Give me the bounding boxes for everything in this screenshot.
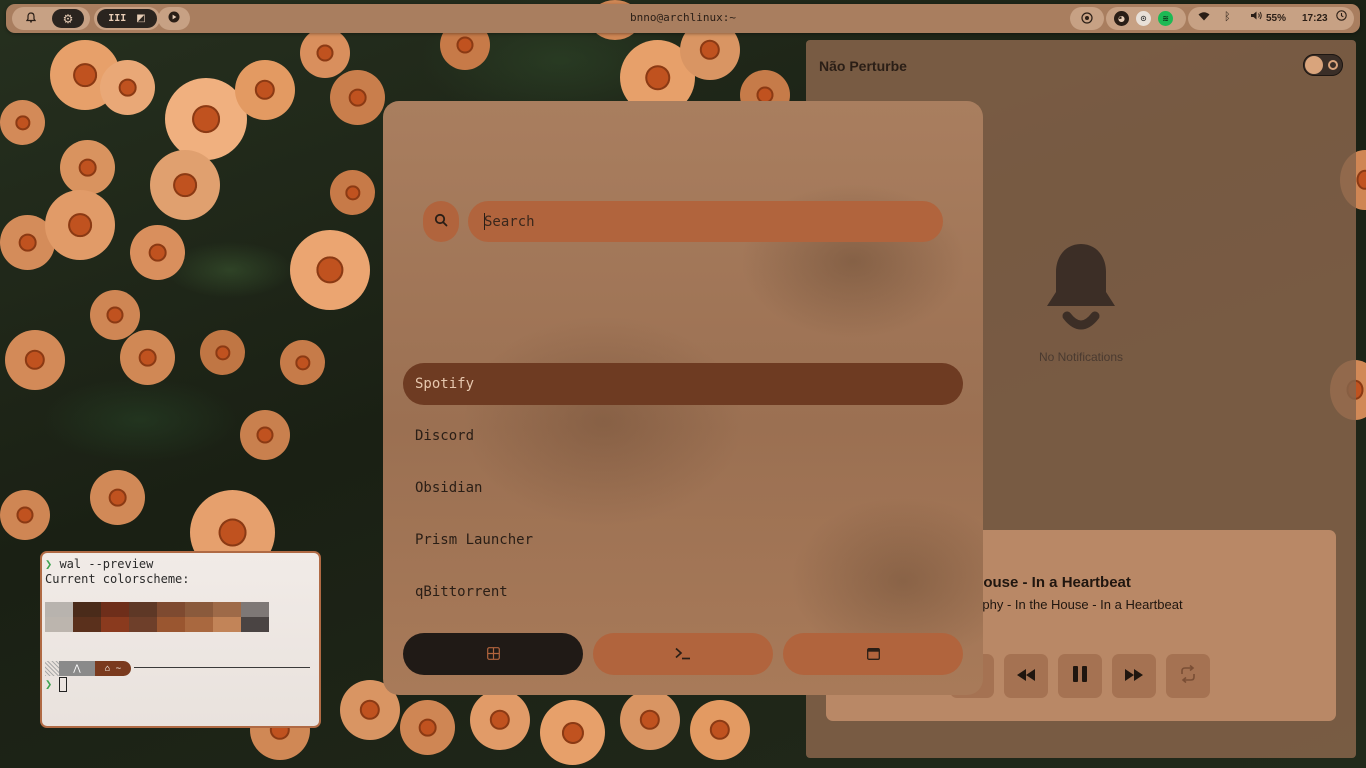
toggle-knob [1305, 56, 1323, 74]
track-artist: Murphy - In the House - In a Heartbeat [960, 597, 1183, 612]
terminal-mode-button[interactable] [593, 633, 773, 675]
app-item-label: qBittorrent [415, 584, 508, 600]
steam-icon[interactable]: ⊙ [1136, 11, 1151, 26]
app-item-label: Spotify [415, 376, 475, 392]
command-line: ❯ wal --preview [45, 557, 153, 571]
terminal-cursor [59, 677, 67, 692]
toggle-off-indicator [1328, 60, 1338, 70]
tray-group: ◕ ⊙ ≋ [1106, 7, 1186, 30]
app-item-prism-launcher[interactable]: Prism Launcher [403, 519, 963, 561]
pause-icon [1072, 665, 1088, 687]
do-not-disturb-label: Não Perturbe [819, 58, 907, 74]
app-launcher: Spotify Discord Obsidian Prism Launcher … [383, 101, 983, 695]
clock-time[interactable]: 17:23 [1302, 13, 1328, 24]
powerline-texture [45, 661, 59, 676]
terminal-icon [675, 645, 691, 664]
palette-swatch-5 [185, 617, 213, 632]
record-icon[interactable] [1081, 9, 1093, 28]
search-input[interactable] [484, 201, 924, 242]
powerline-divider [134, 667, 310, 668]
powerline-prompt: ⋀ ⌂ ~ [45, 661, 131, 676]
previous-button[interactable] [1004, 654, 1048, 698]
terminal-window[interactable]: ❯ wal --preview Current colorscheme: ⋀ ⌂… [40, 551, 321, 728]
palette-swatch-2 [101, 602, 129, 617]
window-icon [866, 645, 880, 664]
empty-bell-icon [1044, 240, 1118, 332]
spotify-icon[interactable]: ≋ [1158, 11, 1173, 26]
search-button[interactable] [423, 201, 459, 242]
next-button[interactable] [1112, 654, 1156, 698]
clock-icon[interactable] [1336, 10, 1347, 26]
search-field[interactable] [468, 201, 943, 242]
arch-icon: ⋀ [59, 661, 95, 676]
palette-swatch-2 [101, 617, 129, 632]
palette-swatch-1 [73, 617, 101, 632]
app-item-qbittorrent[interactable]: qBittorrent [403, 571, 963, 613]
volume-icon[interactable] [1250, 10, 1263, 26]
wifi-icon[interactable] [1198, 10, 1210, 26]
repeat-icon [1178, 664, 1198, 687]
repeat-button[interactable] [1166, 654, 1210, 698]
palette-swatch-5 [185, 602, 213, 617]
command-text: wal --preview [52, 557, 154, 571]
app-item-obsidian[interactable]: Obsidian [403, 467, 963, 509]
app-item-label: Obsidian [415, 480, 483, 496]
do-not-disturb-toggle[interactable] [1303, 54, 1343, 76]
text-caret [484, 213, 485, 230]
palette-swatch-3 [129, 617, 157, 632]
top-bar: ⚙ III ◩ bnno@archlinux:~ ◕ ⊙ ≋ ᛒ 55% 17:… [6, 4, 1360, 33]
palette-swatch-6 [213, 602, 241, 617]
track-title: e House - In a Heartbeat [960, 574, 1131, 591]
app-item-label: Discord [415, 428, 475, 444]
palette-swatch-0 [45, 617, 73, 632]
previous-icon [1016, 667, 1036, 686]
apps-mode-button[interactable] [403, 633, 583, 675]
input-prompt-symbol: ❯ [45, 677, 53, 691]
palette-swatch-7 [241, 617, 269, 632]
app-item-spotify[interactable]: Spotify [403, 363, 963, 405]
palette-swatch-0 [45, 602, 73, 617]
discord-icon[interactable]: ◕ [1114, 11, 1129, 26]
palette-swatch-4 [157, 602, 185, 617]
record-group [1070, 7, 1104, 30]
search-icon [434, 212, 448, 231]
bluetooth-icon[interactable]: ᛒ [1224, 9, 1231, 25]
palette-swatch-6 [213, 617, 241, 632]
palette-row-1 [45, 602, 269, 617]
palette-row-2 [45, 617, 269, 632]
palette-swatch-7 [241, 602, 269, 617]
home-dir-segment: ⌂ ~ [95, 661, 131, 676]
terminal-output: Current colorscheme: [45, 572, 190, 586]
apps-grid-icon [486, 645, 500, 664]
next-icon [1124, 667, 1144, 686]
window-mode-button[interactable] [783, 633, 963, 675]
volume-level: 55% [1266, 13, 1287, 24]
status-group: ᛒ 55% 17:23 [1188, 7, 1354, 30]
palette-swatch-4 [157, 617, 185, 632]
app-item-label: Prism Launcher [415, 532, 534, 548]
pause-button[interactable] [1058, 654, 1102, 698]
palette-swatch-1 [73, 602, 101, 617]
app-item-discord[interactable]: Discord [403, 415, 963, 457]
palette-swatch-3 [129, 602, 157, 617]
